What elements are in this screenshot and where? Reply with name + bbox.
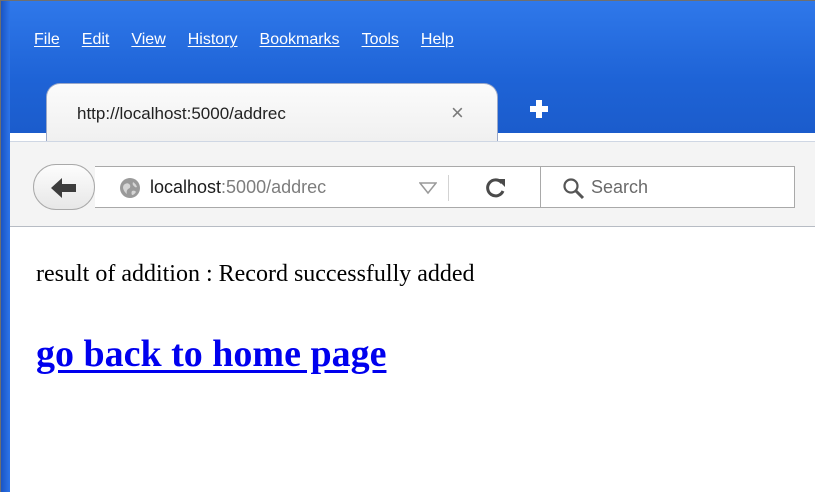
home-page-link[interactable]: go back to home page [36,332,386,376]
back-button[interactable] [33,164,95,210]
url-path: :5000/addrec [221,177,327,197]
menu-history[interactable]: History [188,29,238,51]
reload-icon[interactable] [483,175,509,201]
plus-icon[interactable] [527,97,551,121]
globe-icon [120,178,140,198]
browser-window: File Edit View History Bookmarks Tools H… [0,0,815,492]
dropdown-triangle-icon[interactable] [419,181,437,195]
menu-view[interactable]: View [131,29,165,51]
close-icon[interactable]: × [451,100,464,126]
page-content: result of addition : Record successfully… [10,227,815,492]
active-tab[interactable]: http://localhost:5000/addrec × [46,83,498,141]
search-placeholder: Search [591,177,649,197]
menu-tools[interactable]: Tools [362,29,399,51]
menu-edit[interactable]: Edit [82,29,110,51]
search-box[interactable]: Search [540,166,795,208]
window-left-border [1,1,10,492]
result-message: result of addition : Record successfully… [36,261,475,287]
search-icon [563,178,585,200]
url-host: localhost [150,177,222,197]
menu-help[interactable]: Help [421,29,454,51]
back-arrow-icon [51,178,76,198]
menu-bar: File Edit View History Bookmarks Tools H… [34,29,476,51]
navigation-toolbar: localhost:5000/addrec Search [10,141,815,227]
tab-title: http://localhost:5000/addrec [77,104,286,123]
url-separator [448,175,449,201]
menu-bookmarks[interactable]: Bookmarks [260,29,340,51]
menu-file[interactable]: File [34,29,60,51]
url-bar[interactable]: localhost:5000/addrec [95,166,541,208]
url-text: localhost:5000/addrec [150,177,326,198]
